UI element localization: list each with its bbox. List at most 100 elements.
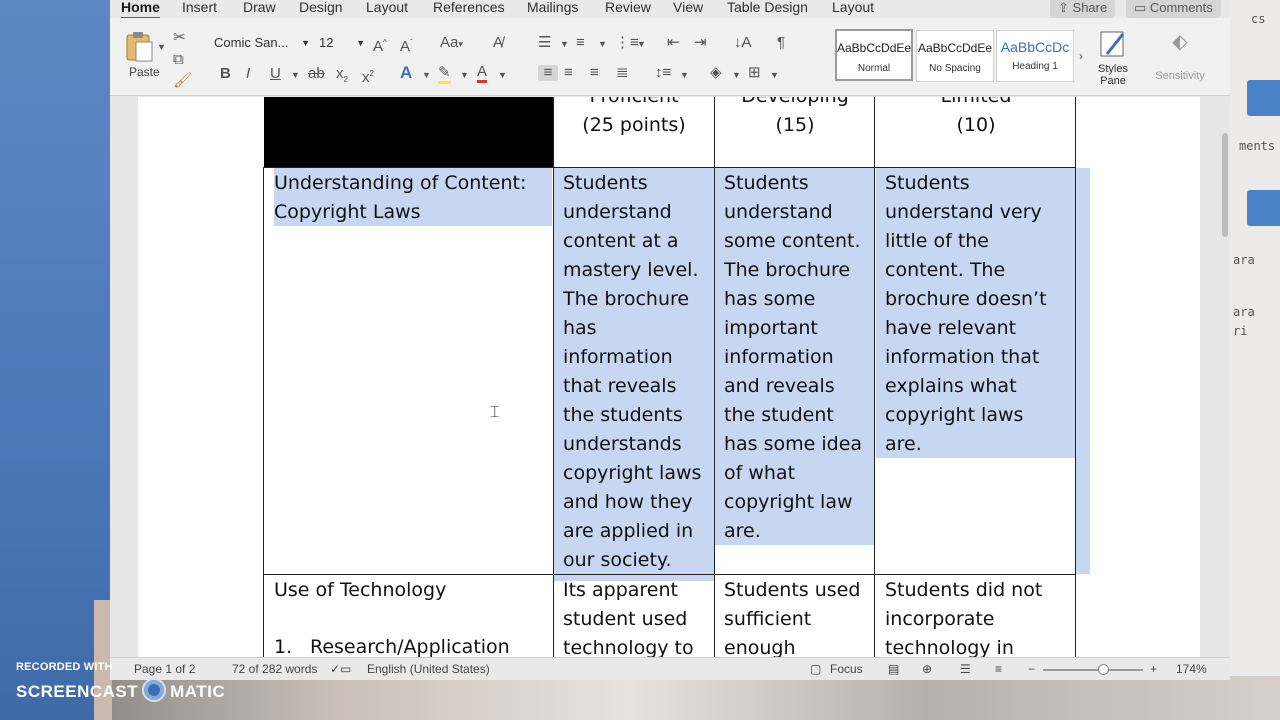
shrink-font-icon[interactable]: Aˇ	[400, 35, 413, 55]
borders-dropdown-icon[interactable]: ▼	[770, 70, 779, 80]
italic-icon[interactable]: I	[246, 66, 250, 82]
clear-formatting-icon[interactable]: A̸	[493, 35, 503, 51]
style-heading-1[interactable]: AaBbCcDc Heading 1	[996, 30, 1074, 82]
format-painter-icon[interactable]: 🖌	[173, 73, 192, 89]
zoom-slider-thumb[interactable]	[1098, 664, 1109, 675]
increase-indent-icon[interactable]: ⇥	[694, 35, 707, 51]
document-area: Proficient (25 points) Developing (15) L…	[110, 97, 1230, 657]
show-formatting-icon[interactable]: ¶	[777, 35, 785, 51]
row2-proficient-cell[interactable]: Its apparent student used technology to	[563, 576, 713, 657]
cell-line: understand	[563, 201, 672, 223]
style-normal[interactable]: AaBbCcDdEe Normal	[835, 29, 913, 81]
shading-icon[interactable]: ◈	[710, 65, 722, 81]
document-page[interactable]: Proficient (25 points) Developing (15) L…	[138, 97, 1200, 657]
watermark-brand-left: SCREENCAST	[16, 682, 139, 701]
tab-insert[interactable]: Insert	[182, 0, 217, 15]
line-spacing-icon[interactable]: ↕≡	[655, 65, 671, 81]
styles-gallery-next-icon[interactable]: ›	[1079, 48, 1083, 64]
underline-icon[interactable]: U	[270, 66, 281, 82]
comments-label: Comments	[1149, 0, 1213, 15]
tab-table-layout[interactable]: Layout	[832, 0, 874, 15]
tab-view[interactable]: View	[673, 0, 703, 15]
change-case-icon[interactable]: Aa▾	[440, 35, 463, 52]
focus-icon[interactable]: ▢	[810, 662, 821, 676]
share-button[interactable]: ⇪ Share	[1050, 0, 1116, 18]
language-label[interactable]: English (United States)	[367, 662, 490, 676]
justify-icon[interactable]: ≣	[616, 65, 629, 81]
draft-view-icon[interactable]: ≡	[995, 662, 1002, 676]
row1-developing-cell[interactable]: Students understand some content. The br…	[724, 169, 874, 546]
font-name-dropdown[interactable]: Comic San... ▼	[214, 34, 310, 52]
background-window-block	[1247, 80, 1280, 116]
tab-layout[interactable]: Layout	[366, 0, 408, 15]
font-size-dropdown[interactable]: 12 ▼	[319, 34, 365, 52]
align-left-icon[interactable]: ≡	[538, 65, 558, 81]
header-text: Developing	[715, 97, 875, 111]
align-center-icon[interactable]: ≡	[564, 65, 573, 81]
cell-line: are.	[724, 520, 761, 542]
vertical-scrollbar[interactable]	[1222, 133, 1228, 237]
shading-dropdown-icon[interactable]: ▼	[732, 70, 741, 80]
outline-view-icon[interactable]: ☰	[960, 662, 971, 676]
styles-pane-button[interactable]: Styles Pane	[1093, 28, 1133, 87]
bullets-icon[interactable]: ☰	[538, 35, 551, 51]
line-spacing-dropdown-icon[interactable]: ▼	[680, 70, 689, 80]
grow-font-icon[interactable]: A^	[373, 35, 387, 55]
sensitivity-button[interactable]: ⬖ Sensitivity	[1150, 28, 1210, 82]
subscript-icon[interactable]: x2	[336, 66, 348, 88]
row1-proficient-cell[interactable]: Students understand content at a mastery…	[563, 169, 713, 575]
paste-dropdown-icon[interactable]: ▼	[157, 42, 166, 52]
comments-button[interactable]: ▭ Comments	[1126, 0, 1221, 18]
zoom-out-icon[interactable]: −	[1028, 662, 1035, 676]
tab-table-design[interactable]: Table Design	[727, 0, 808, 15]
list-number: 1.	[274, 636, 293, 657]
font-color-icon[interactable]: A	[477, 64, 488, 83]
underline-dropdown-icon[interactable]: ▼	[291, 70, 300, 80]
sort-icon[interactable]: ↓A	[734, 35, 752, 51]
cell-line: the student	[724, 404, 834, 426]
row1-criterion-cell[interactable]: Understanding of Content: Copyright Laws	[274, 169, 552, 227]
numbering-icon[interactable]: ≡	[576, 35, 585, 51]
highlight-icon[interactable]: ✎	[438, 65, 451, 84]
proofing-icon[interactable]: ✓▭	[330, 662, 351, 676]
text-effects-dropdown-icon[interactable]: ▼	[422, 70, 431, 80]
row2-limited-cell[interactable]: Students did not incorporate technology …	[885, 576, 1075, 657]
text-effects-icon[interactable]: A	[400, 64, 412, 81]
paste-button[interactable]	[124, 30, 154, 62]
multilevel-list-icon[interactable]: ⋮≡	[615, 35, 639, 51]
bold-icon[interactable]: B	[220, 66, 231, 82]
web-layout-icon[interactable]: ⊕	[922, 662, 932, 676]
tab-design[interactable]: Design	[299, 0, 343, 15]
cut-icon[interactable]: ✂	[173, 30, 186, 46]
cell-line: Understanding of Content:	[274, 172, 527, 194]
copy-icon[interactable]: ⧉	[173, 52, 184, 68]
zoom-slider[interactable]	[1043, 664, 1143, 675]
style-no-spacing[interactable]: AaBbCcDdEe No Spacing	[916, 30, 994, 82]
word-count[interactable]: 72 of 282 words	[232, 662, 317, 676]
row1-limited-cell[interactable]: Students understand very little of the c…	[885, 169, 1075, 459]
highlight-dropdown-icon[interactable]: ▼	[460, 70, 469, 80]
tab-references[interactable]: References	[433, 0, 505, 15]
font-color-dropdown-icon[interactable]: ▼	[498, 70, 507, 80]
multilevel-dropdown-icon[interactable]: ▼	[637, 39, 646, 49]
cell-line: Copyright Laws	[274, 201, 421, 223]
tab-home[interactable]: Home	[121, 0, 160, 19]
page-count[interactable]: Page 1 of 2	[134, 662, 195, 676]
align-right-icon[interactable]: ≡	[590, 65, 599, 81]
tab-draw[interactable]: Draw	[243, 0, 276, 15]
superscript-icon[interactable]: x2	[362, 66, 374, 86]
tab-mailings[interactable]: Mailings	[527, 0, 578, 15]
decrease-indent-icon[interactable]: ⇤	[667, 35, 680, 51]
numbering-dropdown-icon[interactable]: ▼	[598, 39, 607, 49]
row2-criterion-cell[interactable]: Use of Technology 1. Research/Application	[274, 576, 552, 657]
row2-developing-cell[interactable]: Students used sufficient enough	[724, 576, 874, 657]
print-layout-icon[interactable]: ▤	[888, 662, 899, 676]
tab-review[interactable]: Review	[605, 0, 651, 15]
zoom-level[interactable]: 174%	[1176, 662, 1207, 676]
bullets-dropdown-icon[interactable]: ▼	[560, 39, 569, 49]
strikethrough-icon[interactable]: ab	[308, 66, 325, 82]
focus-label[interactable]: Focus	[830, 662, 863, 676]
cell-line: The brochure	[724, 259, 851, 281]
borders-icon[interactable]: ⊞	[748, 65, 761, 81]
zoom-in-icon[interactable]: +	[1150, 662, 1157, 676]
